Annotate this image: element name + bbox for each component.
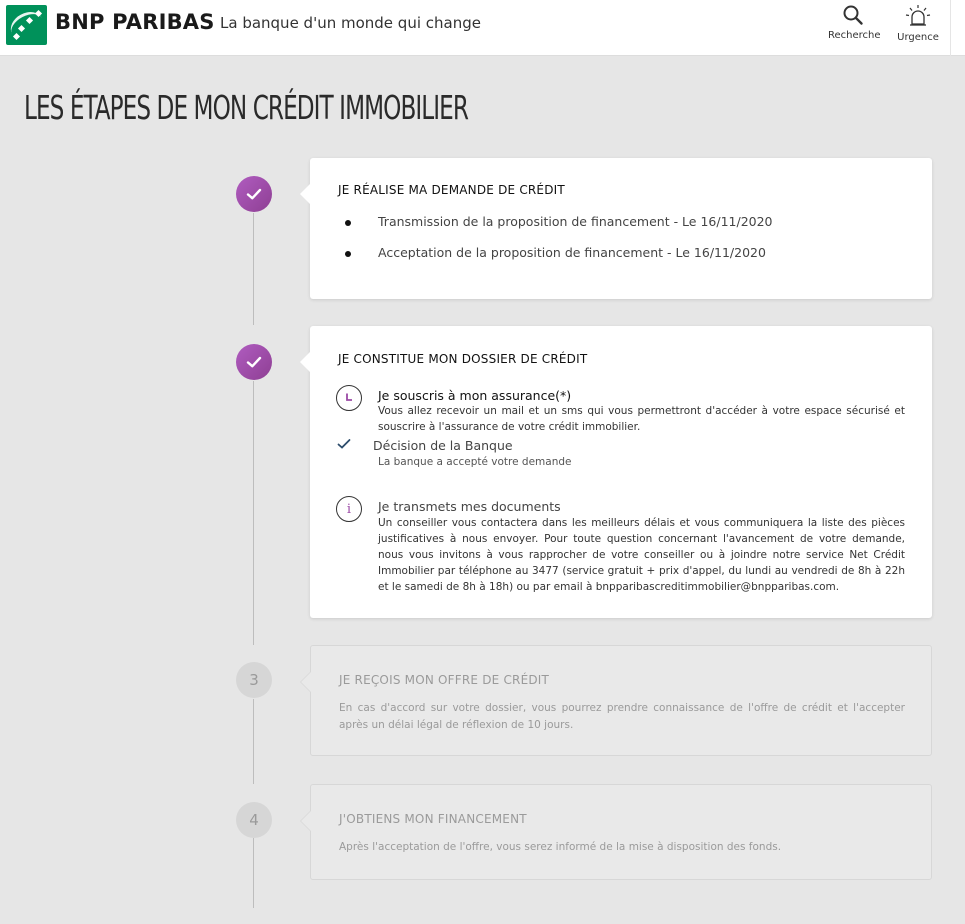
step-3-title: JE REÇOIS MON OFFRE DE CRÉDIT xyxy=(339,673,550,687)
decision-title: Décision de la Banque xyxy=(373,438,513,453)
step-3-text: En cas d'accord sur votre dossier, vous … xyxy=(339,702,905,731)
step-4-text: Après l'acceptation de l'offre, vous ser… xyxy=(339,841,782,853)
bullet-icon xyxy=(345,220,351,226)
info-icon: i xyxy=(336,496,362,522)
timeline-line xyxy=(253,838,254,908)
insurance-title: Je souscris à mon assurance(*) xyxy=(378,388,572,403)
step-3-number: 3 xyxy=(249,671,259,689)
documents-title: Je transmets mes documents xyxy=(378,499,561,514)
insurance-text: Vous allez recevoir un mail et un sms qu… xyxy=(378,405,905,433)
step-4-title: J'OBTIENS MON FINANCEMENT xyxy=(339,812,527,826)
step-3-card: JE REÇOIS MON OFFRE DE CRÉDIT En cas d'a… xyxy=(300,645,932,756)
clock-icon xyxy=(336,385,362,411)
step-1-done-marker xyxy=(236,176,272,212)
page-title: LES ÉTAPES DE MON CRÉDIT IMMOBILIER xyxy=(24,88,469,127)
top-header: BNP PARIBAS La banque d'un monde qui cha… xyxy=(0,0,965,56)
step-2-title: JE CONSTITUE MON DOSSIER DE CRÉDIT xyxy=(338,352,588,366)
decision-text: La banque a accepté votre demande xyxy=(378,456,572,468)
step-1-card: JE RÉALISE MA DEMANDE DE CRÉDIT Transmis… xyxy=(300,158,932,299)
check-icon xyxy=(246,356,262,368)
search-label: Recherche xyxy=(828,30,881,41)
brand-tagline: La banque d'un monde qui change xyxy=(220,14,481,32)
check-icon xyxy=(246,188,262,200)
step-3-marker: 3 xyxy=(236,662,272,698)
search-button[interactable]: Recherche xyxy=(828,4,881,41)
timeline-line xyxy=(253,381,254,645)
step-1-item: Acceptation de la proposition de finance… xyxy=(378,245,766,260)
bnp-logo-icon[interactable] xyxy=(6,5,47,45)
timeline-line xyxy=(253,699,254,784)
header-divider xyxy=(950,0,951,56)
step-4-card: J'OBTIENS MON FINANCEMENT Après l'accept… xyxy=(300,784,932,880)
step-4-number: 4 xyxy=(249,811,259,829)
alarm-light-icon xyxy=(905,5,931,26)
step-1-title: JE RÉALISE MA DEMANDE DE CRÉDIT xyxy=(338,183,565,197)
search-icon xyxy=(843,5,863,25)
urgency-button[interactable]: Urgence xyxy=(893,4,943,43)
step-1-item: Transmission de la proposition de financ… xyxy=(378,214,773,229)
step-2-card: JE CONSTITUE MON DOSSIER DE CRÉDIT Je so… xyxy=(300,326,932,618)
urgency-label: Urgence xyxy=(897,32,939,43)
check-icon xyxy=(337,439,351,449)
step-4-marker: 4 xyxy=(236,802,272,838)
documents-text: Un conseiller vous contactera dans les m… xyxy=(378,517,905,593)
timeline-line xyxy=(253,213,254,325)
bullet-icon xyxy=(345,251,351,257)
step-2-done-marker xyxy=(236,344,272,380)
brand-name[interactable]: BNP PARIBAS xyxy=(55,10,215,34)
